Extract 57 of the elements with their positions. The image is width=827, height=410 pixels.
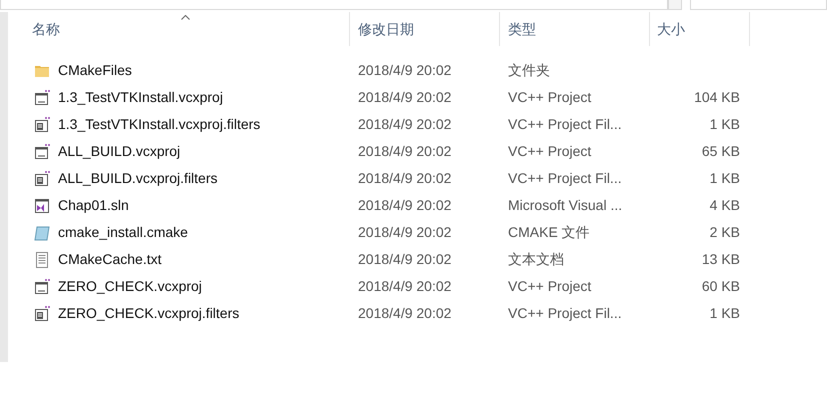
file-type: VC++ Project bbox=[508, 143, 592, 159]
document-icon bbox=[34, 224, 50, 240]
file-type: Microsoft Visual ... bbox=[508, 197, 622, 213]
file-size: 2 KB bbox=[710, 224, 740, 240]
search-field[interactable] bbox=[690, 0, 827, 10]
project-file-icon bbox=[34, 144, 50, 160]
project-file-icon bbox=[34, 90, 50, 106]
modified-date: 2018/4/9 20:02 bbox=[358, 224, 452, 240]
file-size: 13 KB bbox=[702, 251, 740, 267]
file-name[interactable]: Chap01.sln bbox=[58, 195, 129, 216]
file-name[interactable]: 1.3_TestVTKInstall.vcxproj bbox=[58, 87, 223, 108]
column-header[interactable]: 修改日期 bbox=[350, 12, 500, 46]
file-name[interactable]: CMakeFiles bbox=[58, 60, 132, 81]
file-name[interactable]: ZERO_CHECK.vcxproj bbox=[58, 276, 202, 297]
filters-file-icon bbox=[34, 306, 50, 322]
modified-date: 2018/4/9 20:02 bbox=[358, 278, 452, 294]
column-header[interactable]: 大小 bbox=[650, 12, 750, 46]
project-file-icon bbox=[34, 278, 50, 294]
modified-date: 2018/4/9 20:02 bbox=[358, 143, 452, 159]
file-type: VC++ Project bbox=[508, 89, 592, 105]
file-name[interactable]: ALL_BUILD.vcxproj bbox=[58, 141, 180, 162]
file-type: VC++ Project bbox=[508, 278, 592, 294]
refresh-button[interactable] bbox=[668, 0, 682, 10]
file-size: 1 KB bbox=[710, 170, 740, 186]
filters-file-icon bbox=[34, 116, 50, 132]
folder-icon bbox=[34, 64, 50, 78]
modified-date: 2018/4/9 20:02 bbox=[358, 116, 452, 132]
modified-date: 2018/4/9 20:02 bbox=[358, 197, 452, 213]
text-file-icon bbox=[35, 252, 49, 268]
file-size: 1 KB bbox=[710, 116, 740, 132]
file-name[interactable]: 1.3_TestVTKInstall.vcxproj.filters bbox=[58, 114, 260, 135]
column-header[interactable]: 类型 bbox=[500, 12, 650, 46]
modified-date: 2018/4/9 20:02 bbox=[358, 89, 452, 105]
column-header[interactable]: 名称 bbox=[8, 12, 350, 46]
file-type: 文本文档 bbox=[508, 251, 564, 267]
solution-file-icon bbox=[34, 198, 50, 214]
file-type: VC++ Project Fil... bbox=[508, 305, 622, 321]
file-name[interactable]: cmake_install.cmake bbox=[58, 222, 188, 243]
modified-date: 2018/4/9 20:02 bbox=[358, 170, 452, 186]
address-bar[interactable] bbox=[0, 0, 668, 10]
modified-date: 2018/4/9 20:02 bbox=[358, 305, 452, 321]
file-size: 4 KB bbox=[710, 197, 740, 213]
file-size: 60 KB bbox=[702, 278, 740, 294]
file-type: VC++ Project Fil... bbox=[508, 116, 622, 132]
filters-file-icon bbox=[34, 170, 50, 186]
sort-ascending-icon bbox=[180, 15, 190, 20]
file-size: 104 KB bbox=[694, 89, 740, 105]
file-name[interactable]: ZERO_CHECK.vcxproj.filters bbox=[58, 303, 240, 324]
file-size: 65 KB bbox=[702, 143, 740, 159]
file-name[interactable]: CMakeCache.txt bbox=[58, 249, 162, 270]
file-type: 文件夹 bbox=[508, 62, 550, 78]
modified-date: 2018/4/9 20:02 bbox=[358, 62, 452, 78]
file-type: CMAKE 文件 bbox=[508, 224, 590, 240]
file-size: 1 KB bbox=[710, 305, 740, 321]
file-name[interactable]: ALL_BUILD.vcxproj.filters bbox=[58, 168, 218, 189]
file-type: VC++ Project Fil... bbox=[508, 170, 622, 186]
modified-date: 2018/4/9 20:02 bbox=[358, 251, 452, 267]
